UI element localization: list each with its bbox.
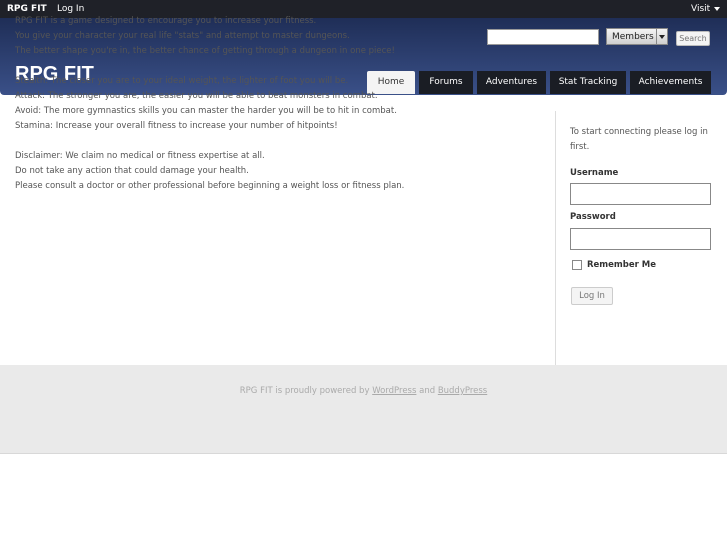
chevron-down-icon[interactable] xyxy=(714,7,720,11)
text-line: Stamina: Increase your overall fitness t… xyxy=(15,121,338,131)
text-line: Stealth: The closer you are to your idea… xyxy=(15,76,349,86)
tab-achievements[interactable]: Achievements xyxy=(630,71,711,94)
disclaimer-paragraph: Disclaimer: We claim no medical or fitne… xyxy=(15,149,535,194)
wordpress-link[interactable]: WordPress xyxy=(372,386,416,396)
remember-me-checkbox[interactable] xyxy=(572,260,582,270)
dropdown-button[interactable] xyxy=(656,29,667,44)
search-button[interactable]: Search xyxy=(676,31,710,46)
login-intro-text: To start connecting please log in first. xyxy=(570,127,708,152)
text-line: Attack: The stronger you are, the easier… xyxy=(15,91,378,101)
site-footer: RPG FIT is proudly powered by WordPress … xyxy=(0,365,727,454)
password-field[interactable] xyxy=(570,228,711,250)
footer-prefix: RPG FIT is proudly powered by xyxy=(239,386,373,396)
text-line: Do not take any action that could damage… xyxy=(15,166,249,176)
text-line: Please consult a doctor or other profess… xyxy=(15,181,405,191)
tab-stat-tracking[interactable]: Stat Tracking xyxy=(550,71,626,94)
text-line: You give your character your real life "… xyxy=(15,31,350,41)
search-scope-label: Members xyxy=(612,32,654,42)
username-field[interactable] xyxy=(570,183,711,205)
footer-credit: RPG FIT is proudly powered by WordPress … xyxy=(0,386,727,396)
text-line: Disclaimer: We claim no medical or fitne… xyxy=(15,151,265,161)
search-scope-select[interactable]: Members xyxy=(606,28,668,45)
admin-bar-login-link[interactable]: Log In xyxy=(57,4,84,14)
login-button[interactable]: Log In xyxy=(571,287,613,305)
login-sidebar: To start connecting please log in first.… xyxy=(570,125,715,305)
buddypress-link[interactable]: BuddyPress xyxy=(438,386,487,396)
remember-me-label[interactable]: Remember Me xyxy=(587,260,656,270)
chevron-down-icon xyxy=(659,35,665,39)
username-label: Username xyxy=(570,168,619,178)
password-label: Password xyxy=(570,212,616,222)
text-line: RPG FIT is a game designed to encourage … xyxy=(15,16,317,26)
main-content: RPG FIT is a game designed to encourage … xyxy=(15,14,535,209)
stats-paragraph: Stealth: The closer you are to your idea… xyxy=(15,74,535,134)
text-line: Avoid: The more gymnastics skills you ca… xyxy=(15,106,397,116)
admin-bar-visit-menu[interactable]: Visit xyxy=(691,4,710,14)
footer-middle: and xyxy=(416,386,438,396)
sidebar-divider xyxy=(555,111,556,365)
intro-paragraph: RPG FIT is a game designed to encourage … xyxy=(15,14,535,59)
text-line: The better shape you're in, the better c… xyxy=(15,46,395,56)
admin-bar-site-link[interactable]: RPG FIT xyxy=(7,4,47,14)
